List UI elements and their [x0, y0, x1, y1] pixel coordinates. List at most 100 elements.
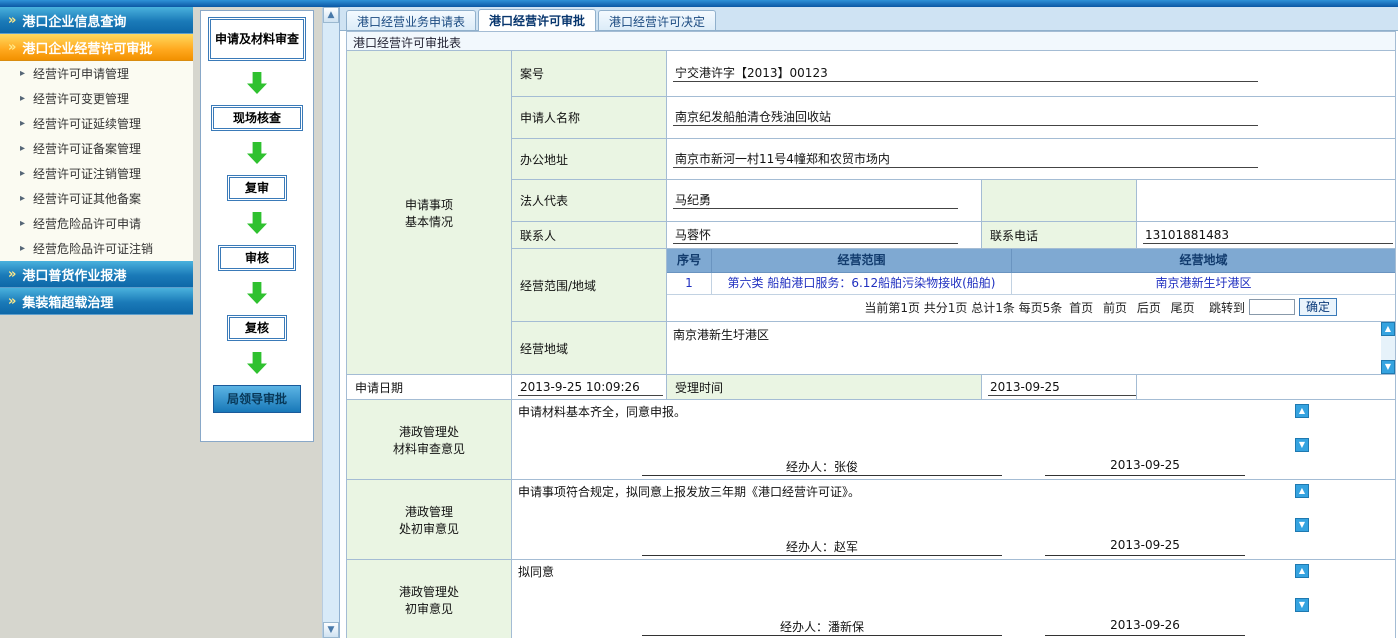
double-arrow-icon: » [8, 294, 16, 309]
material-review-opinion-text[interactable]: 申请材料基本齐全，同意申报。 ▲ ▼ [512, 400, 1395, 455]
cell-area: 南京港新生圩港区 [1012, 273, 1395, 295]
flow-down-arrow-icon [247, 72, 267, 94]
sidebar-item-container-overload[interactable]: » 集装箱超载治理 [0, 288, 193, 315]
second-review-opinion-text[interactable]: 拟同意 ▲ ▼ [512, 560, 1395, 615]
scroll-down-icon[interactable]: ▼ [1295, 518, 1309, 532]
sidebar-item-license-application-mgmt[interactable]: ▸ 经营许可申请管理 [0, 61, 193, 86]
opinion-scrollbar[interactable]: ▲ ▼ [1295, 564, 1309, 612]
sidebar-item-dangerous-goods-cancel[interactable]: ▸ 经营危险品许可证注销 [0, 236, 193, 261]
sidebar-item-license-cancel-mgmt[interactable]: ▸ 经营许可证注销管理 [0, 161, 193, 186]
flow-step-label: 复审 [245, 181, 269, 196]
phone-label: 联系电话 [982, 222, 1137, 249]
flow-step-site-check[interactable]: 现场核查 [211, 105, 303, 131]
scroll-down-icon[interactable]: ▼ [323, 622, 339, 638]
legal-representative-field[interactable]: 马纪勇 [673, 192, 958, 209]
sidebar-item-license-renewal-mgmt[interactable]: ▸ 经营许可证延续管理 [0, 111, 193, 136]
operator-field[interactable]: 经办人：赵军 [642, 538, 1002, 556]
sidebar-item-label: 经营危险品许可证注销 [33, 240, 153, 257]
tab-license-approval[interactable]: 港口经营许可审批 [478, 9, 596, 31]
accept-time-field[interactable]: 2013-09-25 [988, 379, 1136, 396]
business-area-field[interactable]: 南京港新生圩港区 ▲ ▼ [667, 322, 1396, 375]
sidebar-item-license-other-filing[interactable]: ▸ 经营许可证其他备案 [0, 186, 193, 211]
accept-time-label: 受理时间 [667, 375, 982, 400]
opinion-date-field[interactable]: 2013-09-25 [1045, 538, 1245, 556]
tab-license-decision[interactable]: 港口经营许可决定 [598, 10, 716, 30]
apply-date-field[interactable]: 2013-9-25 10:09:26 [518, 379, 663, 396]
scroll-down-icon[interactable]: ▼ [1295, 438, 1309, 452]
sidebar-item-license-filing-mgmt[interactable]: ▸ 经营许可证备案管理 [0, 136, 193, 161]
section-label-basic-info: 申请事项 基本情况 [347, 51, 512, 375]
flow-step-review[interactable]: 复核 [227, 315, 287, 341]
col-header-scope: 经营范围 [712, 249, 1012, 273]
flow-step-label: 局领导审批 [227, 392, 287, 407]
pagination-next[interactable]: 后页 [1137, 301, 1161, 315]
scope-row: 经营范围/地域 序号 经营范围 经营地域 1 第六类 船舶港口服务：6.12船舶… [512, 249, 1396, 322]
sidebar-item-label: 经营许可证延续管理 [33, 115, 141, 132]
pagination-prev[interactable]: 前页 [1103, 301, 1127, 315]
office-address-field[interactable]: 南京市新河一村11号4幢郑和农贸市场内 [673, 151, 1258, 168]
applicant-field[interactable]: 南京纪发船舶清仓残油回收站 [673, 109, 1258, 126]
flow-step-recheck[interactable]: 复审 [227, 175, 287, 201]
jump-page-input[interactable] [1249, 299, 1295, 315]
sidebar-item-license-approval-group[interactable]: » 港口企业经营许可审批 [0, 34, 193, 61]
tab-business-application-form[interactable]: 港口经营业务申请表 [346, 10, 476, 30]
double-arrow-icon: » [8, 40, 16, 55]
operator-label: 经办人： [780, 620, 828, 634]
sidebar-item-enterprise-info-query[interactable]: » 港口企业信息查询 [0, 7, 193, 34]
area-scrollbar[interactable]: ▲ ▼ [1381, 322, 1395, 374]
basic-info-block: 申请事项 基本情况 案号 宁交港许字【2013】00123 申请人名称 南京纪发… [347, 51, 1396, 375]
scope-table-row[interactable]: 1 第六类 船舶港口服务：6.12船舶污染物接收(船舶) 南京港新生圩港区 [667, 273, 1395, 295]
window-top-bar [0, 0, 1398, 7]
applicant-row: 申请人名称 南京纪发船舶清仓残油回收站 [512, 97, 1396, 139]
scroll-up-icon[interactable]: ▲ [323, 7, 339, 23]
workflow-panel: 申请及材料审查 现场核查 复审 审核 复核 局领导审批 [200, 10, 314, 442]
contact-field[interactable]: 马蓉怀 [673, 227, 958, 244]
first-review-opinion-text[interactable]: 申请事项符合规定，拟同意上报发放三年期《港口经营许可证》。 ▲ ▼ [512, 480, 1395, 535]
scroll-up-icon[interactable]: ▲ [1295, 404, 1309, 418]
opinion-scrollbar[interactable]: ▲ ▼ [1295, 404, 1309, 452]
empty-green-cell [982, 180, 1137, 222]
operator-field[interactable]: 经办人：潘新保 [642, 618, 1002, 636]
scope-label: 经营范围/地域 [512, 249, 667, 322]
pagination-first[interactable]: 首页 [1069, 301, 1093, 315]
scroll-up-icon[interactable]: ▲ [1381, 322, 1395, 336]
legal-representative-row: 法人代表 马纪勇 [512, 180, 1396, 222]
flow-step-audit[interactable]: 审核 [218, 245, 296, 271]
opinion-content: 申请材料基本齐全，同意申报。 [518, 405, 686, 419]
opinion-scrollbar[interactable]: ▲ ▼ [1295, 484, 1309, 532]
phone-field[interactable]: 13101881483 [1143, 227, 1393, 244]
sidebar-item-label: 经营许可证其他备案 [33, 190, 141, 207]
material-review-opinion-row: 港政管理处 材料审查意见 申请材料基本齐全，同意申报。 ▲ ▼ 经办人：张俊 2… [347, 400, 1396, 480]
operator-row: 经办人：张俊 2013-09-25 [512, 455, 1395, 479]
case-number-label: 案号 [512, 51, 667, 97]
scroll-up-icon[interactable]: ▲ [1295, 484, 1309, 498]
applicant-label: 申请人名称 [512, 97, 667, 139]
second-review-opinion-row: 港政管理处 初审意见 拟同意 ▲ ▼ 经办人：潘新保 2013-09-26 [347, 560, 1396, 638]
vertical-scrollbar[interactable]: ▲ ▼ [322, 7, 339, 638]
pagination-last[interactable]: 尾页 [1171, 301, 1195, 315]
contact-label: 联系人 [512, 222, 667, 249]
sidebar-item-label: 港口企业经营许可审批 [22, 38, 152, 57]
sidebar-item-general-cargo-report[interactable]: » 港口普货作业报港 [0, 261, 193, 288]
flow-down-arrow-icon [247, 212, 267, 234]
operator-field[interactable]: 经办人：张俊 [642, 458, 1002, 476]
flow-step-leader-approval[interactable]: 局领导审批 [213, 385, 301, 413]
sidebar-item-license-change-mgmt[interactable]: ▸ 经营许可变更管理 [0, 86, 193, 111]
arrow-bullet-icon: ▸ [20, 68, 25, 79]
flow-step-material-review[interactable]: 申请及材料审查 [208, 17, 306, 61]
scrollbar-track[interactable] [323, 23, 339, 622]
sidebar-item-dangerous-goods-application[interactable]: ▸ 经营危险品许可申请 [0, 211, 193, 236]
scroll-up-icon[interactable]: ▲ [1295, 564, 1309, 578]
col-header-area: 经营地域 [1012, 249, 1395, 273]
jump-confirm-button[interactable]: 确定 [1299, 298, 1337, 316]
sidebar-item-label: 经营许可申请管理 [33, 65, 129, 82]
operator-name: 张俊 [834, 460, 858, 474]
case-number-field[interactable]: 宁交港许字【2013】00123 [673, 65, 1258, 82]
scroll-down-icon[interactable]: ▼ [1381, 360, 1395, 374]
empty-cell [1137, 375, 1396, 400]
opinion-date-field[interactable]: 2013-09-26 [1045, 618, 1245, 636]
opinion-date-field[interactable]: 2013-09-25 [1045, 458, 1245, 476]
second-review-opinion-label: 港政管理处 初审意见 [347, 560, 512, 638]
scroll-down-icon[interactable]: ▼ [1295, 598, 1309, 612]
flow-down-arrow-icon [247, 142, 267, 164]
